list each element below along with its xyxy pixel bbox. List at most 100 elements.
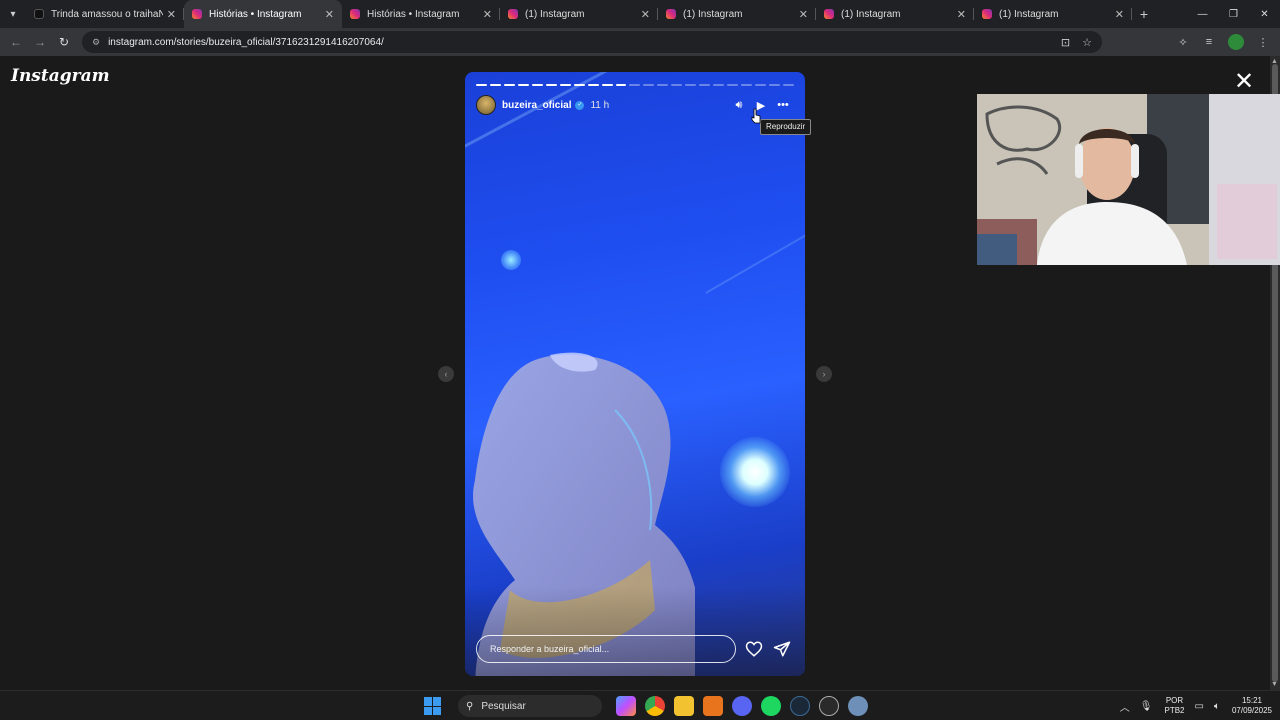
volume-icon[interactable]: 🔊︎ <box>728 99 750 112</box>
new-tab-plus-icon[interactable]: + <box>1132 0 1156 28</box>
browser-tab[interactable]: Histórias • Instagram ✕ <box>184 0 342 28</box>
story-header: buzeira_oficial ✓ 11 h 🔊︎ ▶ ••• <box>476 94 794 116</box>
story-username[interactable]: buzeira_oficial <box>502 100 571 111</box>
show-hidden-icons-chevron-icon[interactable]: ︿ <box>1120 699 1130 714</box>
story-progress-segment <box>601 84 613 86</box>
copilot-icon[interactable] <box>616 696 636 716</box>
story-progress-segment <box>489 84 501 86</box>
windows-taskbar: ⚲ Pesquisar ︿ 🎙︎ POR PTB2 ▭ 🔈︎ 15:21 07/… <box>0 690 1280 720</box>
browser-tab[interactable]: Trinda amassou o traihaNs #m ✕ <box>26 0 184 28</box>
close-tab-icon[interactable]: ✕ <box>641 8 650 21</box>
instagram-favicon-icon <box>192 9 202 19</box>
streamer-webcam-feed <box>977 94 1280 265</box>
more-options-icon[interactable]: ••• <box>772 99 794 111</box>
close-tab-icon[interactable]: ✕ <box>799 8 808 21</box>
discord-icon[interactable] <box>732 696 752 716</box>
language-code: POR <box>1165 696 1184 705</box>
story-progress-segment <box>615 84 627 86</box>
taskbar-search-placeholder: Pesquisar <box>481 700 526 712</box>
search-icon: ⚲ <box>466 700 474 712</box>
tab-title: (1) Instagram <box>999 8 1059 20</box>
settings-gear-icon[interactable] <box>848 696 868 716</box>
close-tab-icon[interactable]: ✕ <box>483 8 492 21</box>
browser-toolbar: ← → ↻ ⚙ instagram.com/stories/buzeira_of… <box>0 28 1280 56</box>
story-author-avatar[interactable] <box>476 95 496 115</box>
tab-search-chevron-icon[interactable]: ▾ <box>0 0 26 28</box>
close-tab-icon[interactable]: ✕ <box>167 8 176 21</box>
like-heart-icon[interactable] <box>745 640 763 658</box>
back-arrow-icon[interactable]: ← <box>4 30 28 54</box>
stage-light <box>720 437 790 507</box>
keyboard-layout: PTB2 <box>1164 706 1185 715</box>
bookmark-star-icon[interactable]: ☆ <box>1082 36 1092 49</box>
story-media[interactable]: buzeira_oficial ✓ 11 h 🔊︎ ▶ ••• Responde… <box>465 72 805 676</box>
microphone-icon[interactable]: 🎙︎ <box>1140 701 1153 712</box>
address-url: instagram.com/stories/buzeira_oficial/37… <box>108 36 384 48</box>
previous-story-chevron-icon[interactable]: ‹ <box>438 366 454 382</box>
story-progress-segment <box>657 84 669 86</box>
reply-placeholder: Responder a buzeira_oficial... <box>490 644 610 654</box>
story-progress-segment <box>699 84 711 86</box>
webcam-overlay <box>977 94 1280 265</box>
tab-title: (1) Instagram <box>525 8 585 20</box>
site-info-icon[interactable]: ⚙ <box>92 37 100 48</box>
file-explorer-icon[interactable] <box>674 696 694 716</box>
network-icon[interactable]: ▭ <box>1195 701 1204 712</box>
clock[interactable]: 15:21 07/09/2025 <box>1232 696 1272 716</box>
browser-tab[interactable]: Histórias • Instagram ✕ <box>342 0 500 28</box>
reload-icon[interactable]: ↻ <box>52 30 76 54</box>
tab-strip: ▾ Trinda amassou o traihaNs #m✕ Histórias… <box>0 0 1280 28</box>
chrome-icon[interactable] <box>645 696 665 716</box>
chrome-menu-icon[interactable]: ⋮ <box>1250 36 1276 49</box>
toolbar-actions: ✧ ≡ ⋮ <box>1170 34 1276 50</box>
app-circle-icon[interactable] <box>819 696 839 716</box>
story-progress-segment <box>755 84 767 86</box>
story-progress-segment <box>727 84 739 86</box>
verified-badge-icon: ✓ <box>575 100 585 110</box>
input-language[interactable]: POR PTB2 <box>1164 696 1184 716</box>
browser-tab[interactable]: (1) Instagram ✕ <box>500 0 658 28</box>
stage-light <box>501 250 521 270</box>
story-progress-segment <box>517 84 529 86</box>
close-tab-icon[interactable]: ✕ <box>1115 8 1124 21</box>
story-progress-segment <box>713 84 725 86</box>
instagram-logo[interactable]: Instagram <box>11 66 110 86</box>
next-story-chevron-icon[interactable]: › <box>816 366 832 382</box>
windows-start-icon[interactable] <box>424 697 442 715</box>
restore-icon[interactable]: ❐ <box>1218 0 1249 28</box>
instagram-favicon-icon <box>982 9 992 19</box>
extensions-puzzle-icon[interactable]: ✧ <box>1170 36 1196 49</box>
forward-arrow-icon[interactable]: → <box>28 30 52 54</box>
tiktok-favicon-icon <box>34 9 44 19</box>
taskbar-search[interactable]: ⚲ Pesquisar <box>458 695 602 717</box>
scroll-down-icon[interactable]: ▼ <box>1271 681 1278 688</box>
story-progress-segment <box>629 84 641 86</box>
media-controls-icon[interactable]: ≡ <box>1196 36 1222 48</box>
install-app-icon[interactable]: ⊡ <box>1061 36 1070 49</box>
story-progress-segment <box>685 84 697 86</box>
tab-title: (1) Instagram <box>683 8 743 20</box>
speaker-icon[interactable]: 🔈︎ <box>1214 701 1220 712</box>
close-tab-icon[interactable]: ✕ <box>957 8 966 21</box>
minimize-icon[interactable]: — <box>1187 0 1218 28</box>
spotify-icon[interactable] <box>761 696 781 716</box>
browser-tab[interactable]: (1) Instagram ✕ <box>974 0 1132 28</box>
close-story-icon[interactable]: ✕ <box>1234 70 1254 94</box>
close-window-icon[interactable]: ✕ <box>1249 0 1280 28</box>
browser-tab[interactable]: (1) Instagram ✕ <box>658 0 816 28</box>
browser-tab[interactable]: (1) Instagram ✕ <box>816 0 974 28</box>
story-progress-segment <box>503 84 515 86</box>
steam-icon[interactable] <box>790 696 810 716</box>
reply-input[interactable]: Responder a buzeira_oficial... <box>476 635 736 663</box>
system-tray: ︿ 🎙︎ POR PTB2 ▭ 🔈︎ 15:21 07/09/2025 <box>1110 694 1272 718</box>
instagram-favicon-icon <box>824 9 834 19</box>
close-tab-icon[interactable]: ✕ <box>325 8 334 21</box>
story-progress-segment <box>741 84 753 86</box>
instagram-favicon-icon <box>666 9 676 19</box>
instagram-favicon-icon <box>508 9 518 19</box>
send-paper-plane-icon[interactable] <box>773 640 791 658</box>
profile-avatar[interactable] <box>1228 34 1244 50</box>
app-triangle-icon[interactable] <box>703 696 723 716</box>
address-bar[interactable]: ⚙ instagram.com/stories/buzeira_oficial/… <box>82 31 1102 53</box>
tab-title: Histórias • Instagram <box>367 8 460 20</box>
